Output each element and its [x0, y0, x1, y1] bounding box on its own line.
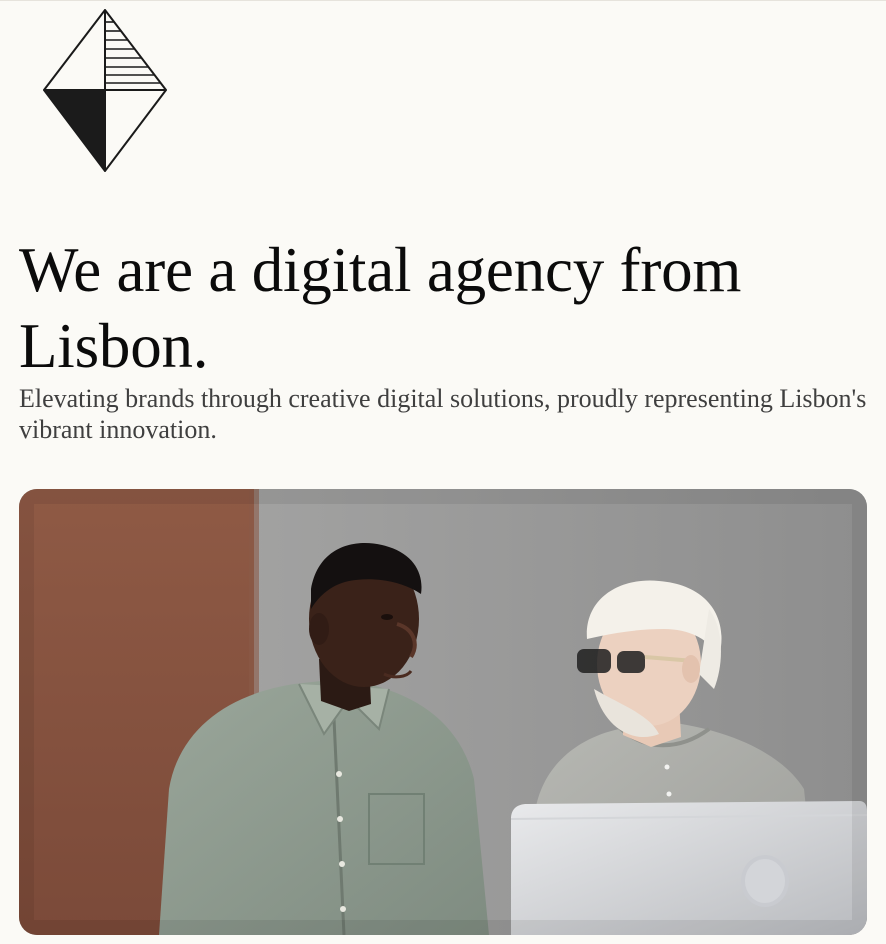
- team-photo: [19, 489, 867, 935]
- diamond-logo-icon[interactable]: [42, 8, 168, 173]
- hero-subtitle: Elevating brands through creative digita…: [19, 384, 867, 444]
- hero-headline: We are a digital agency from Lisbon.: [19, 235, 742, 381]
- page: We are a digital agency from Lisbon. Ele…: [0, 0, 886, 944]
- top-divider: [0, 0, 886, 1]
